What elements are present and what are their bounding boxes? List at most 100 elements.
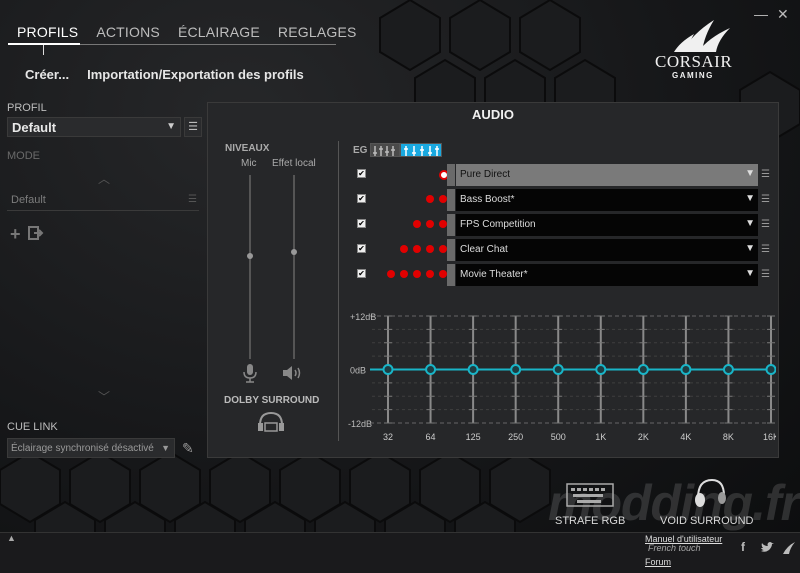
eq-preset-row[interactable]: ✔ Movie Theater* ▼ ☰	[353, 264, 773, 286]
eq-band-handle[interactable]	[425, 364, 437, 375]
microphone-icon	[243, 364, 257, 383]
eq-preset-row[interactable]: ✔ Clear Chat ▼ ☰	[353, 239, 773, 261]
chevron-down-icon: ▼	[166, 121, 176, 132]
profile-menu-button[interactable]: ☰	[184, 117, 202, 137]
facebook-icon[interactable]: f	[741, 540, 745, 554]
hamburger-icon[interactable]: ☰	[761, 219, 770, 230]
hamburger-icon[interactable]: ☰	[761, 169, 770, 180]
brand-tagline: GAMING	[672, 71, 714, 80]
eq-preset-row[interactable]: ✔ Pure Direct ▼ ☰	[353, 164, 773, 186]
sails-icon	[674, 20, 730, 52]
device-headset-label[interactable]: VOID SURROUND	[660, 515, 754, 527]
eq-band-handle[interactable]	[680, 364, 692, 375]
preset-name: Pure Direct	[460, 169, 511, 180]
eq-band-handle[interactable]	[722, 364, 734, 375]
mode-item-label: Default	[11, 194, 46, 206]
local-slider-track[interactable]	[293, 175, 295, 359]
mic-slider-track[interactable]	[249, 175, 251, 359]
mode-list-item[interactable]: Default ☰	[7, 192, 199, 211]
hamburger-icon[interactable]: ☰	[761, 244, 770, 255]
preset-level-dot	[400, 270, 408, 278]
chevron-down-icon: ▼	[745, 218, 755, 229]
eq-preset-row[interactable]: ✔ Bass Boost* ▼ ☰	[353, 189, 773, 211]
preset-checkbox[interactable]: ✔	[357, 244, 366, 253]
mic-label: Mic	[241, 158, 257, 169]
preset-dropdown[interactable]: Movie Theater* ▼	[456, 264, 758, 286]
eq-band-handle[interactable]	[765, 364, 776, 375]
preset-level-dot	[400, 245, 408, 253]
preset-drag-handle[interactable]	[447, 189, 455, 211]
eq-band-label: 4K	[680, 432, 691, 442]
eq-band-handle[interactable]	[467, 364, 479, 375]
keyboard-device-icon[interactable]	[565, 480, 615, 510]
eq-band-handle[interactable]	[637, 364, 649, 375]
preset-checkbox[interactable]: ✔	[357, 219, 366, 228]
preset-dropdown[interactable]: FPS Competition ▼	[456, 214, 758, 236]
hamburger-icon: ☰	[188, 194, 197, 205]
audio-panel: AUDIO NIVEAUX Mic Effet local DOLBY SURR…	[207, 102, 779, 458]
preset-level-dot	[426, 195, 434, 203]
headset-device-icon[interactable]	[690, 476, 730, 512]
eq-band-label: 32	[383, 432, 393, 442]
profile-label: PROFIL	[7, 102, 47, 114]
chevron-down-icon[interactable]: ﹀	[98, 388, 110, 405]
import-export-link[interactable]: Importation/Exportation des profils	[87, 67, 304, 82]
preset-dropdown[interactable]: Bass Boost* ▼	[456, 189, 758, 211]
eq-band-handle[interactable]	[510, 364, 522, 375]
preset-drag-handle[interactable]	[447, 214, 455, 236]
audio-title: AUDIO	[472, 107, 514, 122]
hamburger-icon[interactable]: ☰	[761, 194, 770, 205]
mic-slider-handle[interactable]	[247, 252, 253, 259]
profile-value: Default	[12, 120, 57, 135]
chevron-up-icon[interactable]: ︿	[98, 170, 110, 187]
chevron-down-icon: ▼	[745, 268, 755, 279]
corsair-sails-icon[interactable]	[781, 540, 797, 556]
equalizer-graph: +12dB 0dB -12dB 32 64 125 250 500 1K 2K 4K 8K 16K	[348, 312, 776, 442]
hamburger-icon[interactable]: ☰	[761, 269, 770, 280]
create-profile-link[interactable]: Créer...	[25, 67, 69, 82]
eq-band-label: 250	[508, 432, 523, 442]
preset-drag-handle[interactable]	[447, 264, 455, 286]
preset-level-dot	[426, 270, 434, 278]
dolby-headphones-icon[interactable]	[256, 411, 286, 433]
minimize-button[interactable]: —	[754, 6, 768, 22]
cuelink-dropdown[interactable]: Éclairage synchronisé désactivé ▼	[7, 438, 175, 458]
preset-checkbox[interactable]: ✔	[357, 169, 366, 178]
preset-drag-handle[interactable]	[447, 239, 455, 261]
eq-band-handle[interactable]	[552, 364, 564, 375]
preset-checkbox[interactable]: ✔	[357, 269, 366, 278]
close-button[interactable]: ✕	[777, 6, 789, 23]
eq-label: EG	[353, 145, 368, 156]
preset-level-dot	[413, 245, 421, 253]
preset-drag-handle[interactable]	[447, 164, 455, 186]
eq-band-label: 2K	[638, 432, 649, 442]
add-mode-icon[interactable]: +	[10, 224, 21, 245]
eq-preset-row[interactable]: ✔ FPS Competition ▼ ☰	[353, 214, 773, 236]
device-keyboard-label[interactable]: STRAFE RGB	[555, 515, 625, 527]
preset-dropdown[interactable]: Clear Chat ▼	[456, 239, 758, 261]
collapse-up-icon[interactable]: ▲	[7, 533, 16, 543]
local-slider-handle[interactable]	[291, 249, 297, 256]
eq-band-label: 16K	[763, 432, 776, 442]
preset-level-dot	[413, 270, 421, 278]
preset-level-dot	[439, 270, 447, 278]
preset-name: FPS Competition	[460, 219, 536, 230]
eq-band-handle[interactable]	[382, 364, 394, 375]
speaker-icon	[283, 366, 301, 380]
pencil-icon[interactable]: ✎	[182, 440, 194, 457]
forum-link[interactable]: Forum	[645, 557, 671, 567]
eq-on-toggle[interactable]	[400, 143, 442, 157]
eq-band-handle[interactable]	[595, 364, 607, 375]
profile-dropdown[interactable]: Default ▼	[7, 117, 181, 137]
twitter-icon[interactable]	[760, 542, 774, 554]
eq-sliders-icon	[404, 146, 439, 156]
eq-mid-label: 0dB	[350, 366, 366, 376]
preset-dropdown[interactable]: Pure Direct ▼	[456, 164, 758, 186]
preset-level-dot	[439, 220, 447, 228]
preset-level-dot	[387, 270, 395, 278]
preset-checkbox[interactable]: ✔	[357, 194, 366, 203]
duplicate-mode-icon[interactable]	[28, 226, 44, 240]
french-touch-label: French touch	[648, 543, 701, 553]
eq-off-toggle[interactable]	[370, 143, 400, 157]
preset-level-dot	[439, 245, 447, 253]
